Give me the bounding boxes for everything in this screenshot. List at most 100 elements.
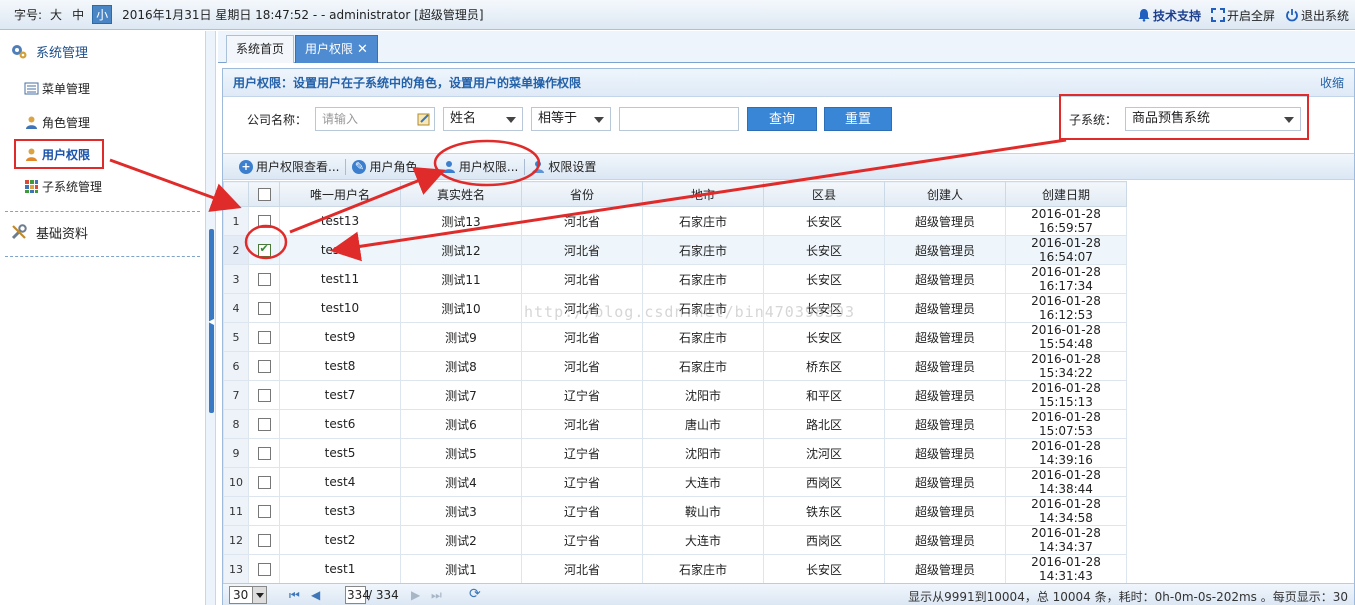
last-page-icon[interactable]: ⏭ (431, 588, 442, 603)
table-row[interactable]: 12 test2 测试2 辽宁省 大连市 西岗区 超级管理员 2016-01-28 14:34… (223, 525, 1127, 555)
grid-toolbar: + 用户权限查看... ✎ 用户角色... 用户权限... 权限设置 (223, 153, 1354, 180)
font-size-medium[interactable]: 中 (70, 6, 86, 23)
prev-page-icon[interactable]: ◀ (311, 588, 320, 602)
row-select-cell (248, 467, 280, 497)
field-select[interactable]: 姓名 (443, 107, 523, 131)
table-row[interactable]: 6 test8 测试8 河北省 石家庄市 桥东区 超级管理员 2016-01-28 15:34… (223, 351, 1127, 381)
column-header-province[interactable]: 省份 (521, 181, 643, 207)
table-row[interactable]: 7 test7 测试7 辽宁省 沈阳市 和平区 超级管理员 2016-01-28 15:15:… (223, 380, 1127, 410)
tab-home[interactable]: 系统首页 (226, 35, 295, 63)
table-row[interactable]: 2 test12测试12河北省石家庄市长安区超级管理员2016-01-28 16:… (223, 235, 1127, 265)
permission-settings-button[interactable]: 权限设置 (525, 158, 602, 175)
row-checkbox[interactable] (257, 563, 271, 576)
query-button[interactable]: 查询 (747, 107, 817, 131)
cell-realname: 测试4 (400, 467, 522, 497)
row-checkbox[interactable] (257, 302, 271, 315)
column-header-creator[interactable]: 创建人 (884, 181, 1006, 207)
edit-circle-icon: ✎ (352, 159, 367, 174)
cell-city: 石家庄市 (642, 264, 764, 294)
row-select-cell (248, 438, 280, 468)
row-checkbox[interactable] (257, 447, 271, 460)
row-checkbox[interactable] (257, 505, 271, 518)
sidebar-splitter[interactable]: ◀ (205, 31, 216, 605)
cell-realname: 测试6 (400, 409, 522, 439)
row-number: 11 (223, 496, 249, 526)
table-row[interactable]: 8 test6 测试6 河北省 唐山市 路北区 超级管理员 2016-01-28 15:07:… (223, 409, 1127, 439)
sidebar-group-basic-data[interactable]: 基础资料 (0, 212, 205, 252)
company-input[interactable]: 请输入 (315, 107, 435, 131)
table-row[interactable]: 5 test9 测试9 河北省 石家庄市 长安区 超级管理员 2016-01-28 15:54… (223, 322, 1127, 352)
row-number: 1 (223, 206, 249, 236)
user-role-button[interactable]: ✎ 用户角色... (346, 158, 434, 175)
row-checkbox[interactable] (257, 476, 271, 489)
cell-city: 唐山市 (642, 409, 764, 439)
menu-list-icon (24, 82, 39, 94)
table-row[interactable]: 3 test11 测试11 河北省 石家庄市 长安区 超级管理员 2016-01-28 16:… (223, 264, 1127, 294)
font-size-small[interactable]: 小 (92, 5, 113, 24)
cell-creator: 超级管理员 (884, 322, 1006, 352)
search-value-input[interactable] (619, 107, 739, 131)
row-checkbox[interactable] (257, 331, 271, 344)
row-checkbox[interactable] (257, 242, 271, 257)
close-icon[interactable]: ✕ (357, 42, 368, 57)
table-row[interactable]: 9 test5 测试5 辽宁省 沈阳市 沈河区 超级管理员 2016-01-28 14:39:… (223, 438, 1127, 468)
refresh-icon[interactable]: ⟳ (469, 586, 481, 602)
sidebar-item-subsystem[interactable]: 子系统管理 (0, 169, 205, 203)
first-page-icon[interactable]: ⏮ (289, 588, 300, 603)
table-row[interactable]: 10 test4 测试4 辽宁省 大连市 西岗区 超级管理员 2016-01-28 14:38… (223, 467, 1127, 497)
user-permission-button[interactable]: 用户权限... (436, 158, 524, 175)
row-number: 2 (223, 235, 249, 265)
logout-button[interactable]: 退出系统 (1285, 7, 1349, 24)
column-header-created-date[interactable]: 创建日期 (1005, 181, 1127, 207)
tab-user-permission[interactable]: 用户权限 ✕ (295, 35, 378, 63)
page-size-select[interactable]: 30 (229, 586, 267, 604)
subsystem-select[interactable]: 商品预售系统 (1125, 107, 1301, 131)
cell-creator: 超级管理员 (884, 467, 1006, 497)
sidebar-group-system[interactable]: 系统管理 (0, 31, 205, 71)
cell-username: test3 (279, 496, 401, 526)
reset-button[interactable]: 重置 (824, 107, 892, 131)
cell-realname: 测试10 (400, 293, 522, 323)
sidebar-divider (5, 256, 200, 257)
row-number: 13 (223, 554, 249, 584)
collapse-link[interactable]: 收缩 (1320, 69, 1344, 97)
column-header-username[interactable]: 唯一用户名 (279, 181, 401, 207)
select-all-checkbox[interactable] (257, 188, 271, 201)
next-page-icon[interactable]: ▶ (411, 588, 420, 602)
cell-creator: 超级管理员 (884, 409, 1006, 439)
row-checkbox[interactable] (257, 215, 271, 228)
page-number-input[interactable]: 334 (345, 586, 370, 604)
edit-icon[interactable] (417, 112, 431, 126)
fullscreen-button[interactable]: 开启全屏 (1210, 7, 1275, 24)
sidebar-item-role[interactable]: 角色管理 (0, 105, 205, 139)
cell-province: 河北省 (521, 235, 643, 265)
row-checkbox[interactable] (257, 418, 271, 431)
row-checkbox[interactable] (257, 360, 271, 373)
font-size-large[interactable]: 大 (48, 6, 64, 23)
column-header-district[interactable]: 区县 (763, 181, 885, 207)
table-row[interactable]: 11 test3 测试3 辽宁省 鞍山市 铁东区 超级管理员 2016-01-28 14:34… (223, 496, 1127, 526)
view-permission-label: 用户权限查看... (256, 160, 340, 174)
cell-city: 沈阳市 (642, 438, 764, 468)
row-select-cell (248, 351, 280, 381)
tech-support-link[interactable]: 技术支持 (1137, 7, 1201, 24)
table-row[interactable]: 13 test1 测试1 河北省 石家庄市 长安区 超级管理员 2016-01-28 14:3… (223, 554, 1127, 584)
row-checkbox[interactable] (257, 273, 271, 286)
row-select-cell (248, 496, 280, 526)
cell-realname: 测试13 (400, 206, 522, 236)
sidebar-item-user-permission[interactable]: 用户权限 (14, 139, 104, 169)
column-header-realname[interactable]: 真实姓名 (400, 181, 522, 207)
table-row[interactable]: 1 test13 测试13 河北省 石家庄市 长安区 超级管理员 2016-01-28 16:… (223, 206, 1127, 236)
cell-created-date: 2016-01-28 16:54:07 (1005, 235, 1127, 265)
row-select-cell (248, 525, 280, 555)
sidebar-item-subsystem-label: 子系统管理 (42, 179, 103, 194)
plus-circle-icon: + (239, 159, 253, 174)
column-header-city[interactable]: 地市 (642, 181, 764, 207)
operator-select[interactable]: 相等于 (531, 107, 611, 131)
view-permission-button[interactable]: + 用户权限查看... (233, 158, 345, 175)
sidebar-item-menu[interactable]: 菜单管理 (0, 71, 205, 105)
cell-province: 河北省 (521, 351, 643, 381)
row-checkbox[interactable] (257, 389, 271, 402)
row-checkbox[interactable] (257, 534, 271, 547)
collapse-arrow-icon[interactable]: ◀ (208, 317, 214, 326)
